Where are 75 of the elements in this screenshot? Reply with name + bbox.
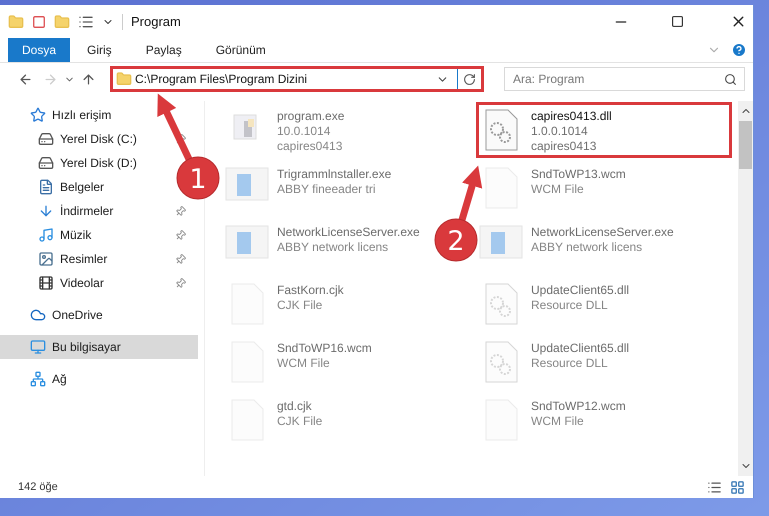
file-detail: ABBY fineeader tri (277, 182, 377, 197)
picture-icon (38, 251, 54, 267)
scroll-thumb[interactable] (739, 121, 752, 169)
file-detail: Resource DLL (531, 356, 609, 371)
folder-icon (116, 71, 132, 87)
sidebar-item[interactable]: Yerel Disk (D:) (0, 151, 145, 175)
file-name[interactable]: capires0413.dll (531, 109, 612, 124)
tiles-view-icon[interactable] (730, 480, 745, 494)
file-name[interactable]: Trigrammlnstaller.exe (277, 167, 392, 182)
file-name[interactable]: gtd.cjk (277, 399, 322, 414)
file-detail: WCM File (531, 414, 585, 429)
download-icon (38, 203, 54, 219)
properties-icon[interactable] (78, 14, 94, 30)
window-icon (225, 225, 269, 259)
ribbon-tab[interactable]: Dosya (8, 38, 70, 62)
file-detail: capires0413 (277, 139, 344, 154)
file-detail: Resource DLL (531, 298, 609, 313)
network-icon (30, 371, 46, 387)
back-icon[interactable] (18, 72, 33, 86)
file-name[interactable]: NetworkLicenseServer.exe (531, 225, 674, 240)
sidebar-item[interactable]: Hızlı erişim (0, 103, 120, 127)
sidebar-item[interactable]: İndirmeler (0, 199, 198, 223)
search-field[interactable]: Ara: Program (504, 67, 745, 91)
up-icon[interactable] (81, 72, 96, 86)
sidebar-item[interactable]: Videolar (0, 271, 198, 295)
file-name[interactable]: program.exe (277, 109, 344, 124)
window-icon (479, 225, 523, 259)
window-icon (225, 167, 269, 201)
gear-document-icon (484, 341, 518, 383)
file-detail: WCM File (531, 182, 585, 197)
address-path: C:\Program Files\Program Dizini (135, 71, 308, 88)
ribbon-tab[interactable]: Giriş (70, 38, 129, 62)
refresh-icon[interactable] (463, 72, 476, 86)
monitor-icon (30, 339, 46, 355)
sidebar-item[interactable]: Resimler (0, 247, 198, 271)
star-icon (30, 107, 46, 123)
sidebar-item[interactable]: OneDrive (0, 303, 111, 327)
window-title: Program (131, 12, 182, 31)
drive-icon (38, 131, 54, 147)
gear-document-icon (484, 283, 518, 325)
file-name[interactable]: SndToWP16.wcm (277, 341, 372, 356)
sidebar-item[interactable]: Ağ (0, 367, 75, 391)
file-name[interactable]: UpdateClient65.dll (531, 341, 630, 356)
help-icon[interactable] (731, 42, 747, 58)
cloud-icon (30, 307, 46, 323)
file-name[interactable]: SndToWP13.wcm (531, 167, 626, 182)
file-detail: ABBY network licens (531, 240, 644, 255)
sidebar-item[interactable]: Bu bilgisayar (0, 335, 198, 359)
ribbon-tab[interactable]: Paylaş (128, 38, 199, 62)
document-icon (38, 179, 54, 195)
file-name[interactable]: SndToWP12.wcm (531, 399, 626, 414)
search-icon (724, 73, 737, 86)
drive-icon (38, 155, 54, 171)
music-note-icon (38, 227, 54, 243)
file-detail: WCM File (277, 356, 331, 371)
gear-document-icon (484, 109, 518, 151)
file-detail: 10.0.1014 (277, 124, 332, 139)
item-count: 142 öğe (18, 480, 59, 495)
file-detail: CJK File (277, 298, 324, 313)
maximize-icon[interactable] (671, 15, 684, 28)
file-detail: ABBY network licens (277, 240, 390, 255)
file-name[interactable]: FastKorn.cjk (277, 283, 344, 298)
address-bar[interactable]: C:\Program Files\Program Dizini (110, 66, 484, 92)
file-name[interactable]: NetworkLicenseServer.exe (277, 225, 420, 240)
file-detail: capires0413 (531, 139, 598, 154)
file-name[interactable]: UpdateClient65.dll (531, 283, 630, 298)
sidebar-item[interactable]: Belgeler (0, 175, 112, 199)
details-view-icon[interactable] (707, 480, 722, 494)
file-detail: CJK File (277, 414, 322, 429)
sidebar-item[interactable]: Müzik (0, 223, 198, 247)
blank-document-icon (484, 167, 518, 209)
scrollbar[interactable] (738, 101, 753, 476)
file-detail: 1.0.0.1014 (531, 124, 589, 139)
film-icon (38, 275, 54, 291)
ribbon-tab[interactable]: Görünüm (198, 38, 283, 62)
